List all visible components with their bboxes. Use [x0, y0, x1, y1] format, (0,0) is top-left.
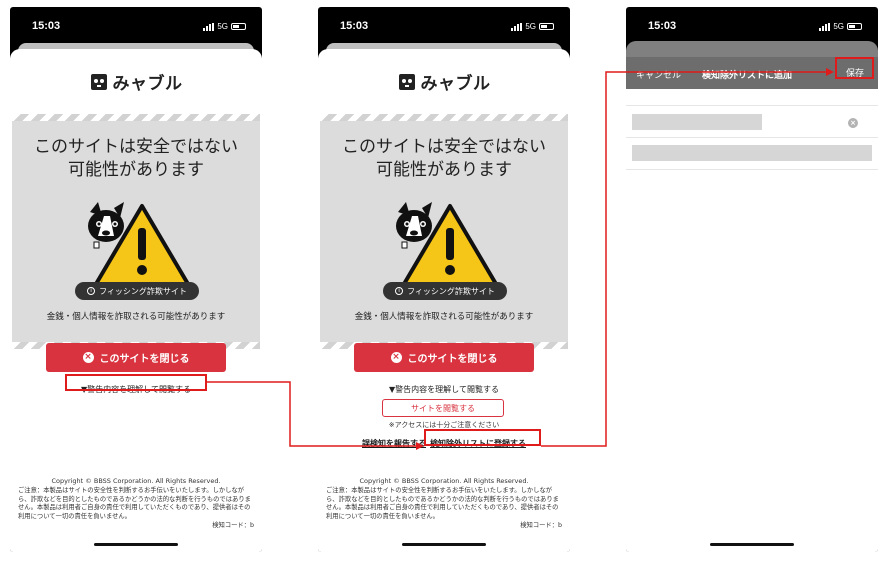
home-indicator [94, 543, 178, 546]
network-label: 5G [525, 22, 536, 31]
warning-panel: このサイトは安全ではない 可能性があります i フィッシング詐欺サイト 金銭・個… [320, 114, 568, 349]
logo-text: みャブル [420, 74, 491, 94]
phone-screen-1: 15:03 5G みャブル このサイトは安全ではない 可能性があります i フィ… [10, 7, 262, 552]
phone-screen-3: 15:03 5G キャンセル 検知除外リストに追加 保存 × [626, 7, 878, 552]
status-bar: 15:03 5G [10, 7, 262, 43]
battery-icon [231, 23, 246, 30]
warning-page: みャブル このサイトは安全ではない 可能性があります i フィッシング詐欺サイト… [10, 49, 262, 552]
dog-logo-icon [398, 73, 415, 90]
warning-page-expanded: みャブル このサイトは安全ではない 可能性があります i フィッシング詐欺サイト… [318, 49, 570, 552]
app-logo: みャブル [318, 69, 570, 94]
app-logo: みャブル [10, 69, 262, 94]
status-time: 15:03 [340, 20, 369, 32]
dialog-title: 検知除外リストに追加 [702, 71, 793, 81]
home-indicator [402, 543, 486, 546]
site-title-field[interactable] [632, 114, 762, 130]
home-indicator [710, 543, 794, 546]
highlight-add-exclusion-link [424, 429, 541, 446]
warning-description: 金銭・個人情報を詐取される可能性があります [354, 312, 534, 322]
report-false-positive-link[interactable]: 誤検知を報告する [362, 438, 426, 449]
network-label: 5G [217, 22, 228, 31]
highlight-expand-link [65, 374, 207, 391]
cancel-button[interactable]: キャンセル [636, 68, 681, 81]
expand-warning-link[interactable]: ▼警告内容を理解して閲覧する [318, 384, 570, 395]
status-time: 15:03 [648, 20, 677, 32]
close-icon: × [82, 352, 94, 363]
battery-icon [847, 23, 862, 30]
view-site-button[interactable]: サイトを閲覧する [382, 399, 504, 417]
warning-triangle-icon [88, 202, 190, 286]
network-label: 5G [833, 22, 844, 31]
dog-logo-icon [90, 73, 107, 90]
site-url-field[interactable] [632, 145, 872, 161]
logo-text: みャブル [112, 74, 183, 94]
warning-title: このサイトは安全ではない 可能性があります [34, 137, 238, 180]
info-icon: i [87, 287, 96, 295]
disclaimer: ご注意：本製品はサイトの安全性を判断するお手伝いをいたします。しかしながら、詐欺… [326, 487, 559, 520]
detection-code: 検知コード：b [212, 522, 254, 529]
copyright: Copyright © BBSS Corporation. All Rights… [51, 477, 221, 485]
phishing-badge: i フィッシング詐欺サイト [383, 282, 507, 300]
copyright: Copyright © BBSS Corporation. All Rights… [359, 477, 529, 485]
exclusion-form: × [626, 89, 878, 552]
status-time: 15:03 [32, 20, 61, 32]
battery-icon [539, 23, 554, 30]
warning-panel: このサイトは安全ではない 可能性があります i フィッシング詐欺サイト 金銭・個… [12, 114, 260, 349]
signal-icon [203, 22, 215, 31]
warning-triangle-icon [396, 202, 498, 286]
phishing-badge: i フィッシング詐欺サイト [75, 282, 199, 300]
detection-code: 検知コード：b [520, 522, 562, 529]
clear-icon[interactable]: × [848, 118, 858, 128]
warning-title: このサイトは安全ではない 可能性があります [342, 137, 546, 180]
highlight-save-button [835, 57, 874, 79]
phone-screen-2: 15:03 5G みャブル このサイトは安全ではない 可能性があります i フィ… [318, 7, 570, 552]
exclusion-dialog: キャンセル 検知除外リストに追加 保存 × [626, 41, 878, 552]
status-bar: 15:03 5G [626, 7, 878, 43]
close-site-button[interactable]: × このサイトを閉じる [354, 343, 534, 372]
signal-icon [511, 22, 523, 31]
info-icon: i [395, 287, 404, 295]
disclaimer: ご注意：本製品はサイトの安全性を判断するお手伝いをいたします。しかしながら、詐欺… [18, 487, 251, 520]
close-icon: × [390, 352, 402, 363]
signal-icon [819, 22, 831, 31]
close-site-button[interactable]: × このサイトを閉じる [46, 343, 226, 372]
status-bar: 15:03 5G [318, 7, 570, 43]
warning-description: 金銭・個人情報を詐取される可能性があります [46, 312, 226, 322]
